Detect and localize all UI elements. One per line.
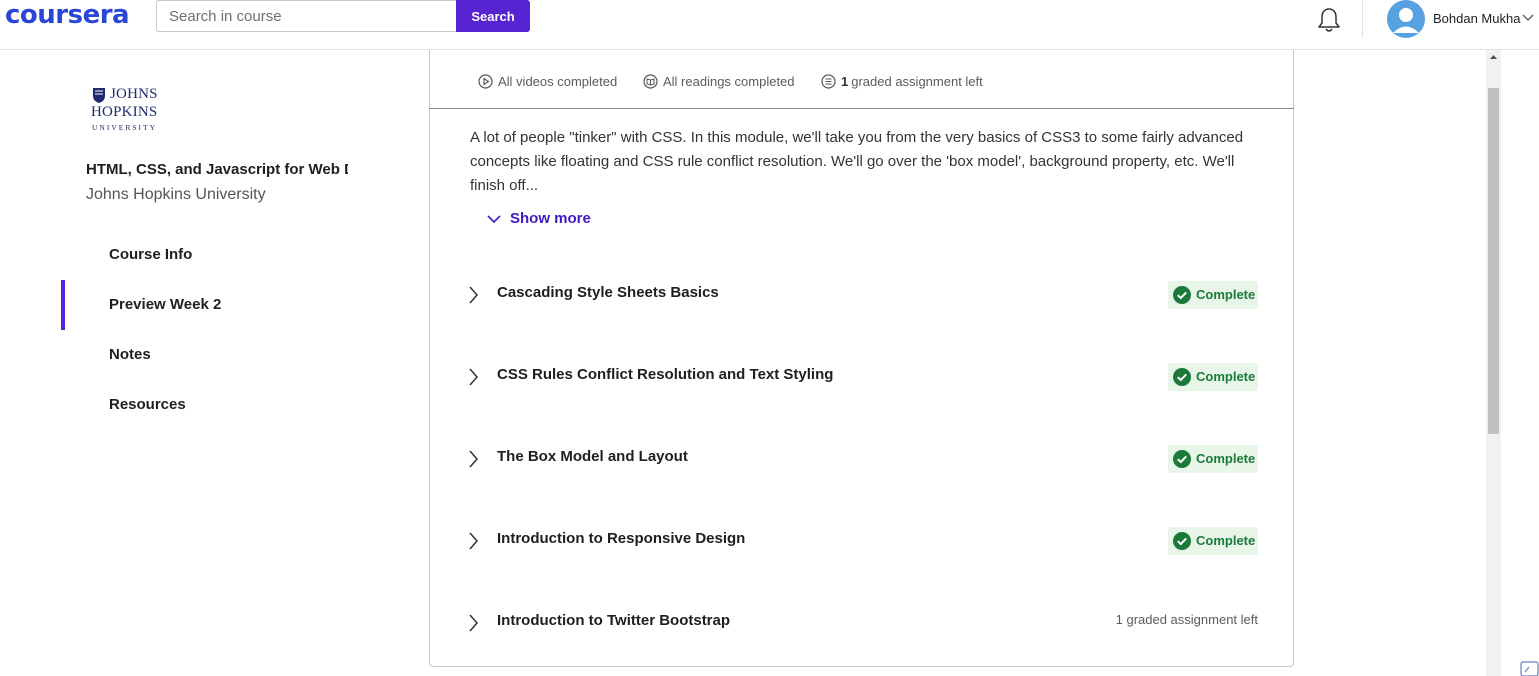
user-avatar-icon[interactable]: [1387, 0, 1425, 38]
graded-stat-label: graded assignment left: [851, 74, 983, 89]
module-stats: All videos completed All readings comple…: [429, 50, 1294, 109]
active-nav-indicator: [61, 280, 65, 330]
graded-count: 1: [841, 74, 849, 89]
university-logo: JOHNS HOPKINS UNIVERSITY: [90, 86, 165, 134]
check-circle-icon: [1173, 368, 1191, 386]
complete-badge: Complete: [1168, 445, 1258, 473]
sidebar-item-notes[interactable]: Notes: [109, 346, 151, 363]
lesson-title[interactable]: CSS Rules Conflict Resolution and Text S…: [497, 366, 833, 383]
complete-label: Complete: [1196, 451, 1256, 466]
chevron-down-icon: [487, 214, 501, 223]
search-input[interactable]: [156, 0, 456, 32]
lesson-row[interactable]: Introduction to Responsive Design Comple…: [466, 527, 1266, 557]
sidebar-item-resources[interactable]: Resources: [109, 396, 186, 413]
complete-label: Complete: [1196, 287, 1256, 302]
complete-badge: Complete: [1168, 281, 1258, 309]
complete-label: Complete: [1196, 369, 1256, 384]
sidebar-item-preview-week-2[interactable]: Preview Week 2: [109, 296, 221, 313]
check-circle-icon: [1173, 450, 1191, 468]
graded-stat: 1 graded assignment left: [821, 74, 983, 89]
sidebar-item-course-info[interactable]: Course Info: [109, 246, 192, 263]
lesson-row[interactable]: CSS Rules Conflict Resolution and Text S…: [466, 363, 1266, 393]
lesson-row[interactable]: Cascading Style Sheets Basics Complete: [466, 281, 1266, 311]
lesson-title[interactable]: Cascading Style Sheets Basics: [497, 284, 719, 301]
assignment-icon: [821, 74, 836, 89]
show-more-button[interactable]: Show more: [486, 210, 591, 227]
chevron-right-icon[interactable]: [466, 530, 480, 552]
module-description: A lot of people "tinker" with CSS. In th…: [470, 129, 1244, 194]
chevron-down-icon[interactable]: [1522, 13, 1534, 23]
course-organization: Johns Hopkins University: [86, 186, 266, 203]
complete-badge: Complete: [1168, 527, 1258, 555]
scroll-up-arrow-icon[interactable]: [1486, 50, 1501, 64]
university-logo-line-3: UNIVERSITY: [92, 123, 157, 132]
lesson-title[interactable]: The Box Model and Layout: [497, 448, 688, 465]
graded-assignment-left-label: 1 graded assignment left: [1115, 612, 1258, 627]
check-circle-icon: [1173, 532, 1191, 550]
complete-label: Complete: [1196, 533, 1256, 548]
top-header: coursera Search Bohdan Mukha: [0, 0, 1539, 50]
course-title[interactable]: HTML, CSS, and Javascript for Web Develo…: [86, 161, 348, 178]
feedback-icon[interactable]: [1519, 660, 1539, 676]
lesson-title[interactable]: Introduction to Responsive Design: [497, 530, 745, 547]
chevron-right-icon[interactable]: [466, 612, 480, 634]
lesson-row[interactable]: Introduction to Twitter Bootstrap 1 grad…: [466, 609, 1266, 639]
header-divider: [1362, 0, 1363, 38]
show-more-label: Show more: [510, 210, 591, 227]
user-name[interactable]: Bohdan Mukha: [1433, 11, 1520, 26]
chevron-right-icon[interactable]: [466, 366, 480, 388]
check-circle-icon: [1173, 286, 1191, 304]
coursera-logo[interactable]: coursera: [5, 0, 130, 31]
videos-stat: All videos completed: [478, 74, 617, 89]
chevron-right-icon[interactable]: [466, 448, 480, 470]
chevron-right-icon[interactable]: [466, 284, 480, 306]
university-logo-line-1: JOHNS: [110, 86, 158, 102]
lesson-title[interactable]: Introduction to Twitter Bootstrap: [497, 612, 730, 629]
search-button[interactable]: Search: [456, 0, 530, 32]
university-logo-line-2: HOPKINS: [91, 104, 158, 120]
book-icon: [643, 74, 658, 89]
bell-icon[interactable]: [1316, 6, 1342, 34]
videos-stat-label: All videos completed: [498, 74, 618, 89]
readings-stat-label: All readings completed: [663, 74, 795, 89]
lesson-row[interactable]: The Box Model and Layout Complete: [466, 445, 1266, 475]
complete-badge: Complete: [1168, 363, 1258, 391]
readings-stat: All readings completed: [643, 74, 795, 89]
play-circle-icon: [478, 74, 493, 89]
scrollbar-thumb[interactable]: [1488, 88, 1499, 434]
university-crest-icon: [93, 88, 105, 103]
